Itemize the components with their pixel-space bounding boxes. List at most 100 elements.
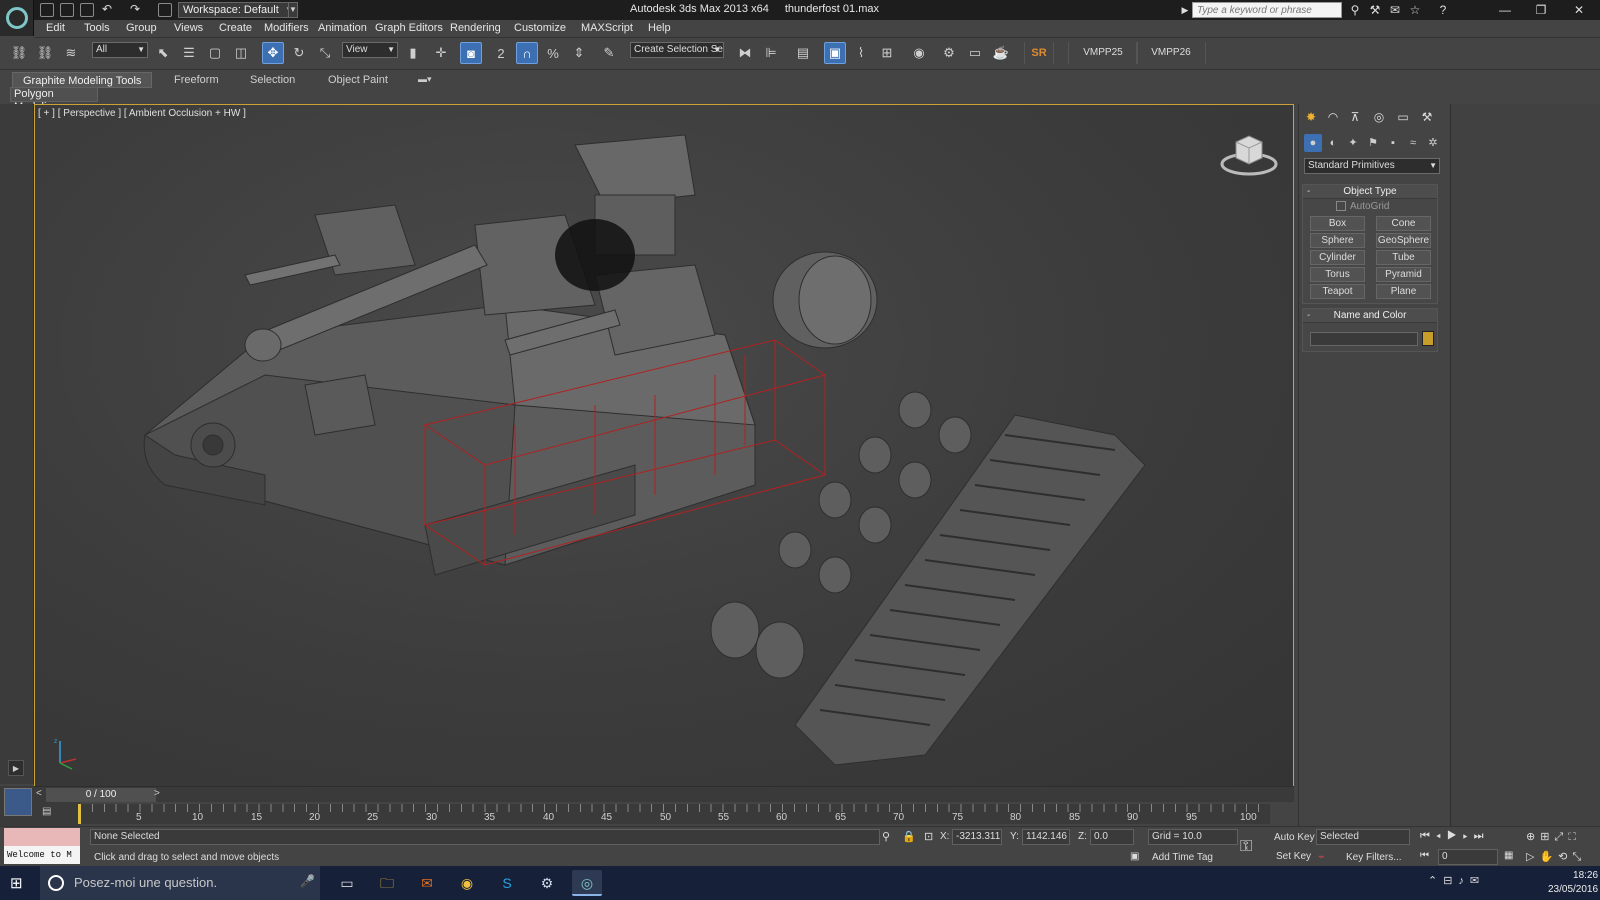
- viewcube-icon[interactable]: [1220, 128, 1278, 178]
- cone-button[interactable]: Cone: [1376, 216, 1431, 231]
- set-key-mode-key-icon[interactable]: ⚿: [1240, 838, 1252, 856]
- geometry-icon[interactable]: ●: [1304, 134, 1322, 152]
- align-icon[interactable]: ⊫: [760, 42, 782, 64]
- steam-icon[interactable]: ⚙: [532, 870, 562, 896]
- binoculars-icon[interactable]: ⚲: [1348, 3, 1362, 17]
- cameras-icon[interactable]: ⚑: [1364, 134, 1382, 152]
- menu-maxscript[interactable]: MAXScript: [581, 22, 633, 34]
- schematic-view-icon[interactable]: ⊞: [876, 42, 898, 64]
- bind-space-warp-icon[interactable]: ≋: [60, 42, 82, 64]
- taskbar-clock[interactable]: 18:26 23/05/2016: [1548, 869, 1598, 897]
- time-slider[interactable]: [34, 786, 1294, 802]
- minimize-button[interactable]: —: [1488, 0, 1522, 20]
- playback-controls[interactable]: ⏮◂▶▸⏭: [1420, 830, 1542, 843]
- y-coordinate-field[interactable]: 1142.146: [1022, 829, 1070, 845]
- object-color-swatch[interactable]: [1422, 331, 1434, 346]
- manipulate-icon[interactable]: ✛: [430, 42, 452, 64]
- 3dsmax-taskbar-icon[interactable]: ◎: [572, 870, 602, 896]
- sr-button[interactable]: SR: [1024, 42, 1054, 64]
- spinner-snap-icon[interactable]: ⇕: [568, 42, 590, 64]
- file-explorer-icon[interactable]: 🗀: [372, 870, 402, 896]
- graphite-toggle-icon[interactable]: ▣: [824, 42, 846, 64]
- menu-edit[interactable]: Edit: [46, 22, 65, 34]
- select-and-link-icon[interactable]: ⛓: [8, 42, 30, 64]
- maxscript-listener-input[interactable]: Welcome to M: [4, 846, 80, 864]
- key-filters-button[interactable]: Key Filters...: [1346, 852, 1402, 863]
- viewport-navigation-controls[interactable]: ⊕⊞⤢⛶: [1526, 830, 1598, 844]
- tab-object-paint[interactable]: Object Paint: [318, 72, 398, 88]
- communication-icon[interactable]: ✉: [1388, 3, 1402, 17]
- space-warps-icon[interactable]: ≈: [1404, 134, 1422, 152]
- app-menu-button[interactable]: [0, 0, 34, 36]
- menu-tools[interactable]: Tools: [84, 22, 110, 34]
- display-tab-icon[interactable]: ▭: [1394, 108, 1412, 126]
- subscription-icon[interactable]: ⚒: [1368, 3, 1382, 17]
- object-type-header[interactable]: - Object Type: [1303, 185, 1437, 199]
- undo-icon[interactable]: ↶: [100, 2, 114, 16]
- vmpp25-button[interactable]: VMPP25: [1068, 42, 1138, 64]
- menu-rendering[interactable]: Rendering: [450, 22, 501, 34]
- curve-editor-icon[interactable]: ⌇: [850, 42, 872, 64]
- plane-button[interactable]: Plane: [1376, 284, 1431, 299]
- isolate-selection-icon[interactable]: ⚲: [882, 830, 890, 843]
- ribbon-options-icon[interactable]: ▬▾: [418, 74, 438, 86]
- perspective-viewport[interactable]: [34, 104, 1294, 788]
- create-tab-icon[interactable]: ✸: [1302, 108, 1320, 126]
- vmpp26-button[interactable]: VMPP26: [1136, 42, 1206, 64]
- new-file-icon[interactable]: [40, 3, 54, 17]
- material-editor-icon[interactable]: ◉: [908, 42, 930, 64]
- prev-frame-arrow-icon[interactable]: <: [36, 788, 46, 799]
- add-time-tag-button[interactable]: Add Time Tag: [1152, 852, 1213, 863]
- autogrid-checkbox[interactable]: AutoGrid: [1336, 201, 1389, 212]
- windows-start-icon[interactable]: ⊞: [10, 874, 28, 892]
- geosphere-button[interactable]: GeoSphere: [1376, 233, 1431, 248]
- track-bar-toggle-icon[interactable]: ▤: [42, 806, 62, 820]
- restore-button[interactable]: ❐: [1524, 0, 1558, 20]
- menu-create[interactable]: Create: [219, 22, 252, 34]
- selection-filter-dropdown[interactable]: All ▼: [92, 42, 148, 58]
- redo-icon[interactable]: ↷: [128, 2, 142, 16]
- polygon-modeling-panel[interactable]: Polygon Modeling: [10, 87, 98, 113]
- menu-modifiers[interactable]: Modifiers: [264, 22, 309, 34]
- outlook-icon[interactable]: ✉: [412, 870, 442, 896]
- time-slider-thumb[interactable]: 0 / 100: [46, 788, 156, 802]
- lights-icon[interactable]: ✦: [1344, 134, 1362, 152]
- maxscript-listener-output[interactable]: [4, 828, 80, 846]
- object-name-input[interactable]: [1310, 332, 1418, 346]
- search-expand-icon[interactable]: ▶: [1178, 3, 1192, 17]
- favorites-star-icon[interactable]: ☆: [1408, 3, 1422, 17]
- sphere-button[interactable]: Sphere: [1310, 233, 1365, 248]
- quick-access-dropdown[interactable]: ▼: [288, 2, 298, 18]
- time-tag-icon[interactable]: ▣: [1130, 851, 1139, 862]
- tab-selection[interactable]: Selection: [240, 72, 305, 88]
- tab-freeform[interactable]: Freeform: [164, 72, 229, 88]
- rendered-frame-window-icon[interactable]: ▭: [964, 42, 986, 64]
- keyboard-shortcut-override-icon[interactable]: ◙: [460, 42, 482, 64]
- select-object-icon[interactable]: ⬉: [152, 42, 174, 64]
- tube-button[interactable]: Tube: [1376, 250, 1431, 265]
- selection-lock-icon[interactable]: 🔒: [902, 830, 916, 843]
- select-by-name-icon[interactable]: ☰: [178, 42, 200, 64]
- teapot-button[interactable]: Teapot: [1310, 284, 1365, 299]
- viewport-label[interactable]: [ + ] [ Perspective ] [ Ambient Occlusio…: [38, 108, 246, 119]
- name-and-color-header[interactable]: - Name and Color: [1303, 309, 1437, 323]
- help-icon[interactable]: ?: [1436, 3, 1450, 17]
- time-configuration-icon[interactable]: ▦: [1504, 850, 1520, 861]
- edit-named-selection-icon[interactable]: ✎: [598, 42, 620, 64]
- viewport-play-icon[interactable]: ▶: [8, 760, 24, 776]
- window-crossing-icon[interactable]: ◫: [230, 42, 252, 64]
- auto-key-button[interactable]: Auto Key: [1274, 832, 1315, 843]
- box-button[interactable]: Box: [1310, 216, 1365, 231]
- key-mode-toggle-icon[interactable]: ⏮: [1420, 850, 1432, 861]
- render-production-icon[interactable]: ☕: [990, 42, 1012, 64]
- unlink-selection-icon[interactable]: ⛓: [34, 42, 56, 64]
- utilities-tab-icon[interactable]: ⚒: [1418, 108, 1436, 126]
- current-frame-field[interactable]: 0: [1438, 849, 1498, 865]
- reference-coordinate-dropdown[interactable]: View ▼: [342, 42, 398, 58]
- torus-button[interactable]: Torus: [1310, 267, 1365, 282]
- menu-views[interactable]: Views: [174, 22, 203, 34]
- select-and-move-icon[interactable]: ✥: [262, 42, 284, 64]
- cylinder-button[interactable]: Cylinder: [1310, 250, 1365, 265]
- x-coordinate-field[interactable]: -3213.311: [952, 829, 1002, 845]
- rectangular-selection-icon[interactable]: ▢: [204, 42, 226, 64]
